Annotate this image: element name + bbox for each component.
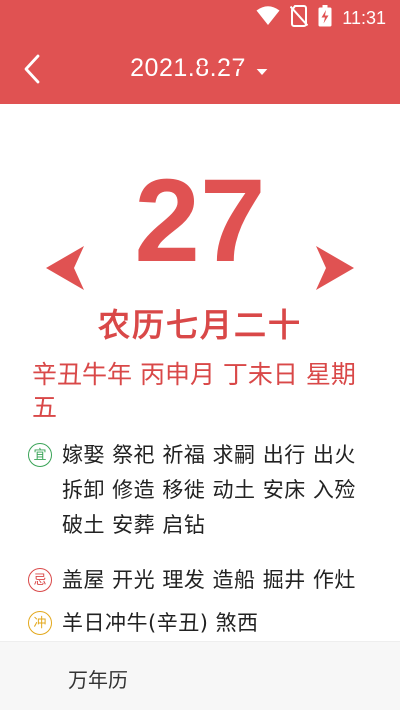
tab-second[interactable] [200, 642, 400, 710]
yi-text: 嫁娶 祭祀 祈福 求嗣 出行 出火 拆卸 修造 移徙 动土 安床 入殓 破土 安… [62, 443, 356, 537]
tab-indicator [200, 66, 400, 69]
chong-text: 羊日冲牛(辛丑) 煞西 [62, 611, 259, 635]
ji-badge: 忌 [28, 568, 52, 592]
status-time: 11:31 [342, 7, 386, 28]
triangle-right-icon[interactable] [316, 246, 354, 294]
day-block: 27 [0, 150, 400, 300]
nav-row: 2021.8.27 [0, 50, 400, 90]
ji-row: 忌 盖屋 开光 理发 造船 掘井 作灶 [28, 563, 376, 598]
wifi-icon [256, 6, 280, 30]
battery-charging-icon [318, 5, 332, 31]
bottom-tab-bar: 万年历 [0, 641, 400, 710]
yi-row: 宜 嫁娶 祭祀 祈福 求嗣 出行 出火 拆卸 修造 移徙 动土 安床 入殓 破土… [28, 438, 376, 543]
tab-wannianli[interactable]: 万年历 [0, 642, 200, 710]
lunar-date: 农历七月二十 [97, 306, 302, 344]
ganzhi-text: 辛丑牛年 丙申月 丁未日 星期五 [32, 360, 356, 422]
triangle-left-icon[interactable] [46, 246, 84, 294]
header-bar: 11:31 2021.8.27 [0, 0, 400, 104]
chong-row: 冲 羊日冲牛(辛丑) 煞西 [28, 606, 376, 641]
status-bar: 11:31 [0, 0, 400, 36]
chong-badge: 冲 [28, 611, 52, 635]
status-icons: 11:31 [256, 5, 386, 31]
yi-badge: 宜 [28, 443, 52, 467]
caret-down-icon [253, 61, 270, 80]
ji-text: 盖屋 开光 理发 造船 掘井 作灶 [62, 568, 356, 592]
no-sim-icon [290, 5, 309, 31]
tab-wannianli-label: 万年历 [68, 668, 128, 692]
